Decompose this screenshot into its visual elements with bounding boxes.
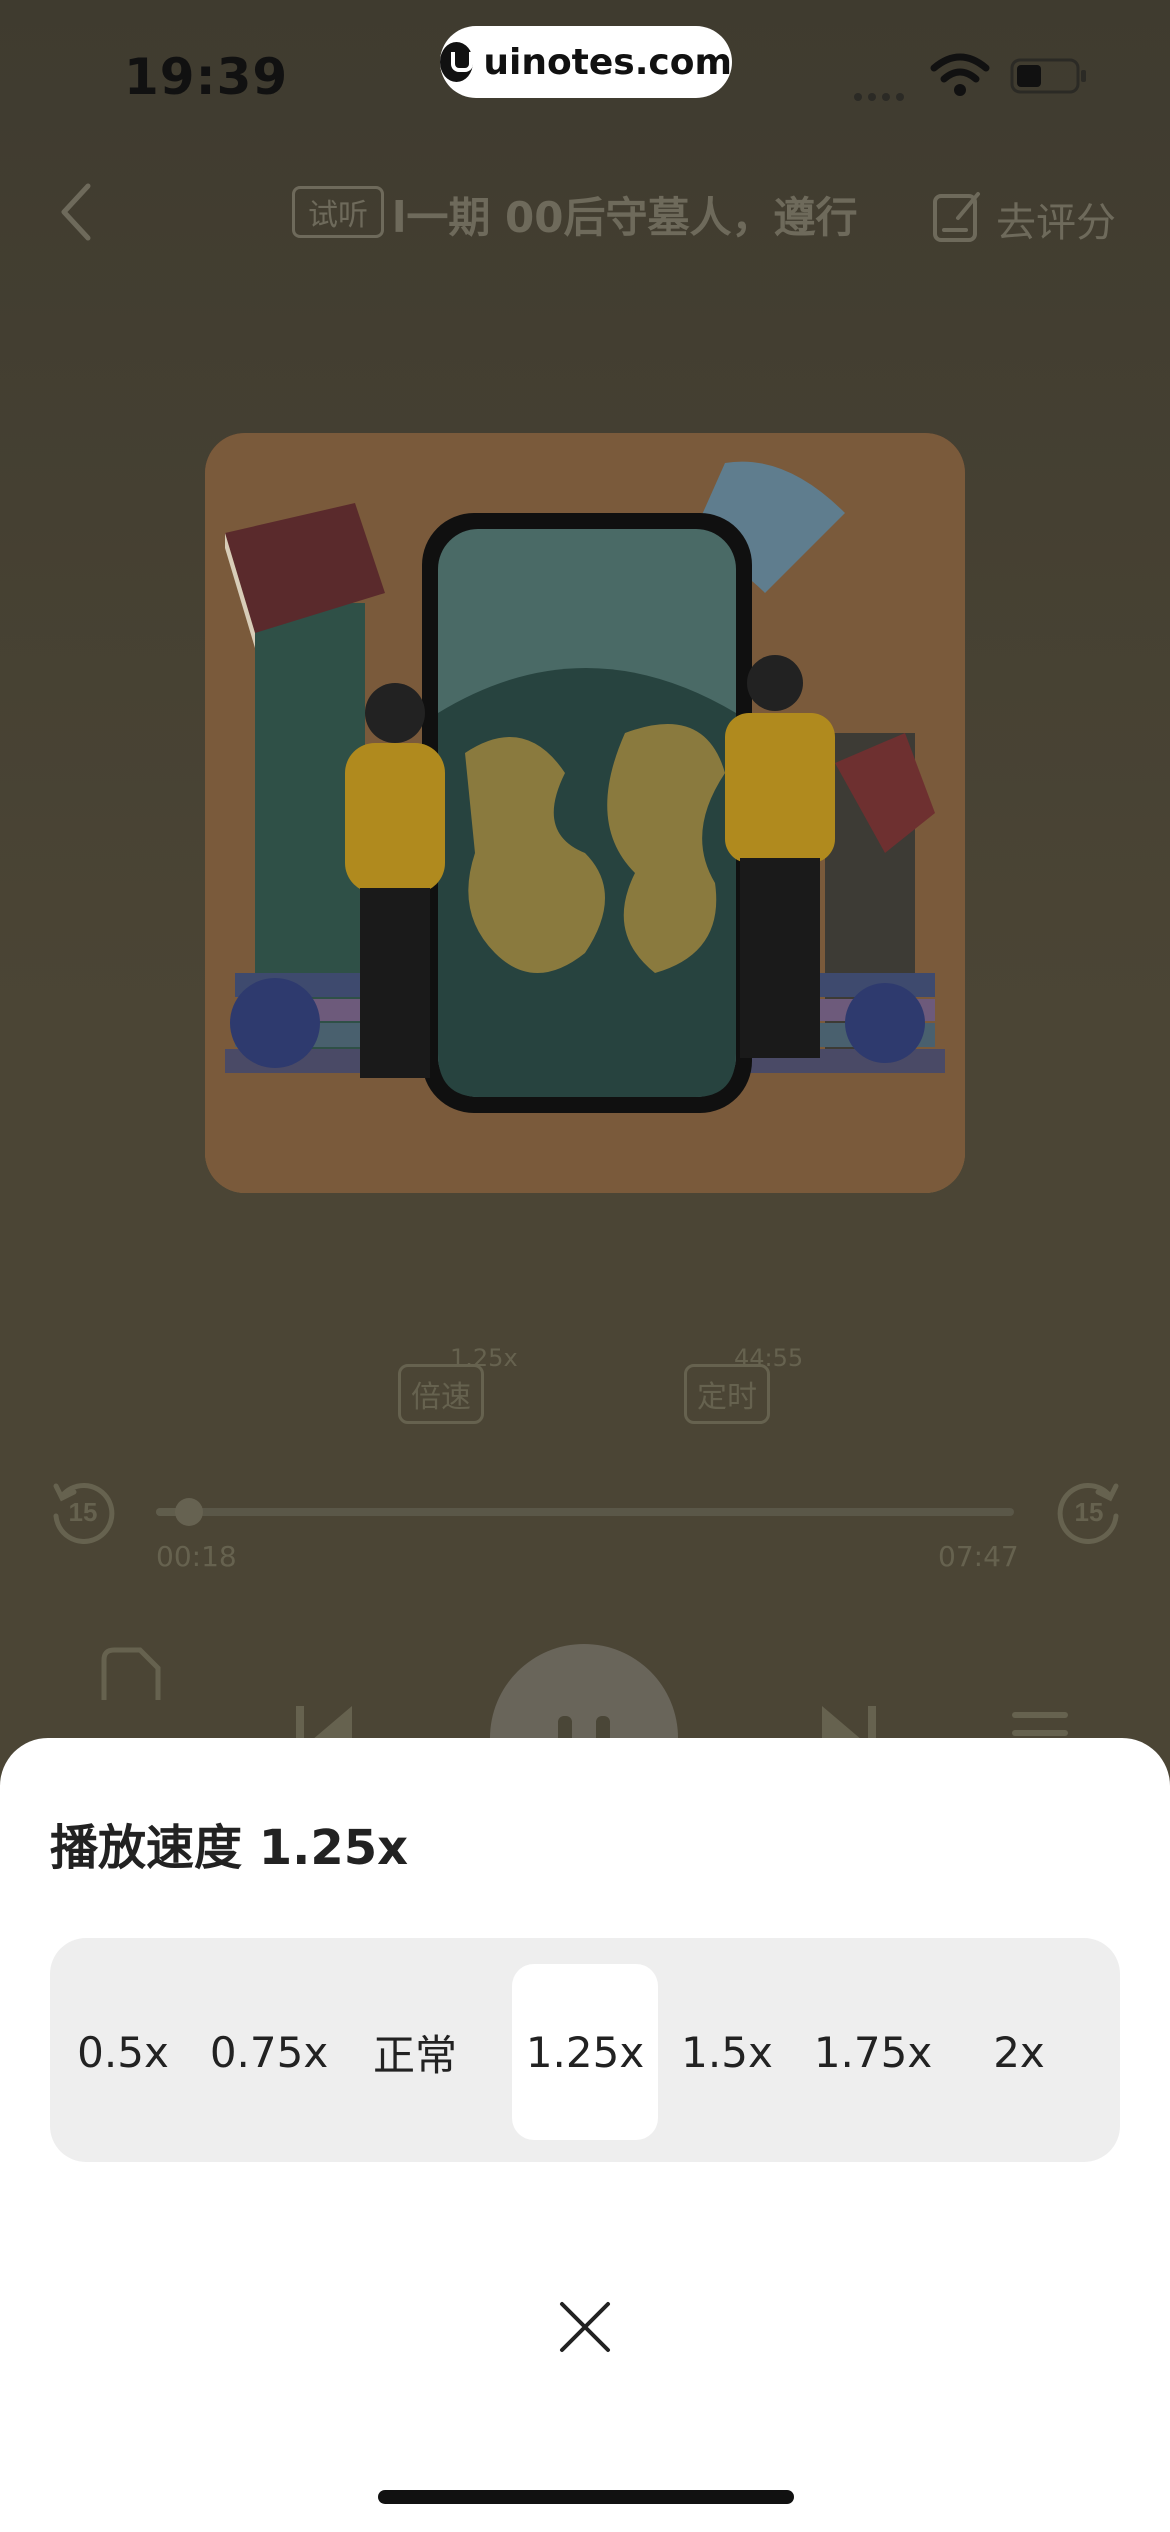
speed-sheet: 播放速度 1.25x 0.5x 0.75x 正常 1.25x 1.5x 1.75… — [0, 1738, 1170, 2532]
rate-button[interactable]: 去评分 — [996, 190, 1116, 248]
cover-illustration — [205, 433, 965, 1193]
player-screen: 19:39 uinotes.com 试听 l一期 00后守墓人，遵行 去评分 1… — [0, 0, 1170, 2532]
status-time: 19:39 — [124, 48, 289, 106]
rewind-15-icon[interactable]: 15 — [48, 1476, 118, 1546]
cover-art — [205, 433, 965, 1193]
watermark-pill: uinotes.com — [440, 26, 732, 98]
rewind-seconds: 15 — [69, 1497, 98, 1527]
track-title: l一期 00后守墓人，遵行 — [392, 193, 858, 242]
home-indicator — [378, 2490, 794, 2504]
timer-button[interactable]: 定时 — [684, 1364, 770, 1424]
speed-option-2x[interactable]: 2x — [946, 1964, 1092, 2140]
speed-option-1-75x[interactable]: 1.75x — [800, 1964, 946, 2140]
speed-option-0-75x[interactable]: 0.75x — [196, 1964, 342, 2140]
speed-option-0-5x[interactable]: 0.5x — [50, 1964, 196, 2140]
elapsed-time: 00:18 — [156, 1540, 237, 1573]
speed-option-1-25x[interactable]: 1.25x — [512, 1964, 658, 2140]
cellular-signal-icon — [854, 86, 912, 101]
speed-button[interactable]: 倍速 — [398, 1364, 484, 1424]
speed-segmented-control: 0.5x 0.75x 正常 1.25x 1.5x 1.75x 2x — [50, 1938, 1120, 2162]
progress-slider[interactable] — [156, 1498, 1014, 1526]
forward-15-icon[interactable]: 15 — [1054, 1476, 1124, 1546]
watermark-text: uinotes.com — [483, 41, 732, 83]
speed-option-normal[interactable]: 正常 — [342, 1964, 488, 2140]
document-icon[interactable] — [98, 1640, 164, 1740]
forward-seconds: 15 — [1075, 1497, 1104, 1527]
rate-edit-icon[interactable] — [932, 188, 984, 244]
wifi-icon — [930, 53, 990, 96]
battery-icon — [1010, 58, 1086, 94]
next-icon[interactable] — [812, 1640, 882, 1740]
speed-option-1-5x[interactable]: 1.5x — [654, 1964, 800, 2140]
speed-sheet-title: 播放速度 1.25x — [50, 1820, 409, 1876]
previous-icon[interactable] — [292, 1640, 362, 1740]
watermark-logo-icon — [440, 42, 474, 82]
playlist-icon[interactable] — [1008, 1640, 1072, 1740]
total-time: 07:47 — [938, 1540, 1019, 1573]
trial-badge: 试听 — [292, 186, 384, 238]
close-icon[interactable] — [558, 2300, 612, 2354]
back-icon[interactable] — [56, 180, 96, 244]
